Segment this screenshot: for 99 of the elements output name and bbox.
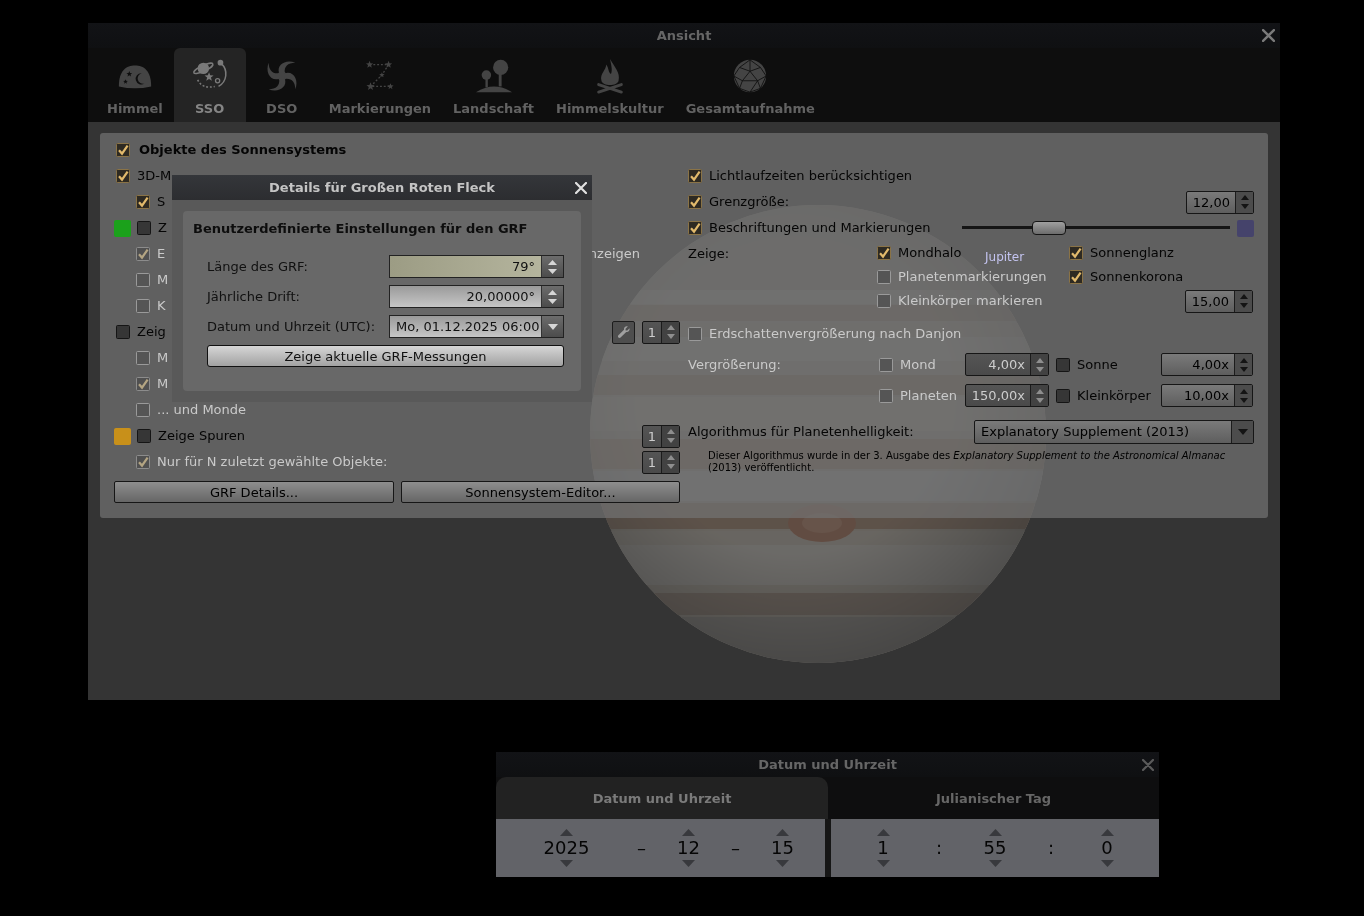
checkbox-label: Z xyxy=(158,220,167,236)
window-title: Datum und Uhrzeit xyxy=(758,757,897,772)
checkbox-label: Erdschattenvergrößerung nach Danjon xyxy=(709,326,962,342)
field-label: Länge des GRF: xyxy=(207,259,308,274)
checkbox[interactable] xyxy=(688,195,702,209)
checkbox-label: E xyxy=(157,246,166,262)
up-arrow-icon[interactable] xyxy=(560,829,573,836)
group-label: Zeige: xyxy=(687,245,730,261)
color-swatch[interactable] xyxy=(114,219,131,237)
checkbox-label: Beschriftungen und Markierungen xyxy=(709,220,931,236)
checkbox-label: Zeige Spuren xyxy=(158,428,245,444)
checkbox-label: Zeig xyxy=(137,324,166,340)
description-text: Dieser Algorithmus wurde in der 3. Ausgabe des Explanatory Supplement to the Astronomical Almanac (2013) veröffentlicht. xyxy=(708,450,1227,473)
field-label: Jährliche Drift: xyxy=(207,289,300,304)
checkbox[interactable] xyxy=(1069,270,1083,284)
checkbox[interactable] xyxy=(116,169,130,183)
tab[interactable]: Landschaft xyxy=(442,48,545,122)
slider-thumb[interactable] xyxy=(1032,221,1067,235)
checkbox-label: Kleinkörper xyxy=(1077,387,1151,404)
checkbox-label: 3D-M xyxy=(137,168,172,184)
tab[interactable]: SSO xyxy=(173,48,246,122)
measurements-button[interactable]: Zeige aktuelle GRF-Messungen xyxy=(207,345,564,367)
tab[interactable]: Datum und Uhrzeit xyxy=(496,777,828,819)
checkbox-label: Planetenmarkierungen xyxy=(898,269,1047,285)
down-arrow-icon[interactable] xyxy=(548,298,557,304)
up-arrow-icon[interactable] xyxy=(876,829,890,836)
group-label: Vergrößerung: xyxy=(687,357,781,372)
checkbox[interactable] xyxy=(877,246,891,260)
checkbox-label: Grenzgröße: xyxy=(709,194,790,210)
spin-box[interactable]: 20,00000° xyxy=(389,285,564,308)
dropdown-arrow-icon[interactable] xyxy=(547,323,558,330)
dialog-title: Details für Großen Roten Fleck xyxy=(269,180,495,195)
color-swatch[interactable] xyxy=(1237,219,1254,237)
up-arrow-icon[interactable] xyxy=(776,829,789,836)
checkbox-label: Objekte des Sonnensystems xyxy=(139,142,347,158)
checkbox[interactable] xyxy=(116,325,130,339)
up-arrow-icon[interactable] xyxy=(1100,829,1114,836)
wrench-icon xyxy=(616,325,631,339)
field-label: Datum und Uhrzeit (UTC): xyxy=(207,319,376,334)
checkbox-label: Lichtlaufzeiten berücksichtigen xyxy=(709,168,913,184)
tab[interactable]: Markierungen xyxy=(317,48,443,122)
down-arrow-icon[interactable] xyxy=(548,268,557,274)
checkbox-label: Kleinkörper markieren xyxy=(898,293,1043,309)
checkbox-label: Nur für N zuletzt gewählte Objekte: xyxy=(157,454,388,470)
number-field[interactable]: 55 xyxy=(983,838,1007,858)
number-field[interactable]: 12 xyxy=(677,838,700,858)
checkbox-label: M xyxy=(157,272,169,288)
checkbox-label: Sonnenkorona xyxy=(1090,269,1184,285)
color-swatch[interactable] xyxy=(114,427,131,445)
number-field[interactable]: 0 xyxy=(1101,838,1113,858)
tab[interactable]: Gesamtaufnahme xyxy=(674,48,826,122)
checkbox[interactable] xyxy=(116,143,130,157)
dropdown-arrow-icon[interactable] xyxy=(1237,429,1248,435)
checkbox-label: Sonnenglanz xyxy=(1090,245,1174,261)
checkbox-label: Planeten xyxy=(900,387,957,404)
checkbox[interactable] xyxy=(688,169,702,183)
separator-text: – xyxy=(637,838,646,858)
checkbox[interactable] xyxy=(1069,246,1083,260)
up-arrow-icon[interactable] xyxy=(988,829,1002,836)
checkbox[interactable] xyxy=(137,429,151,443)
checkbox[interactable] xyxy=(136,195,150,209)
dropdown[interactable]: Explanatory Supplement (2013) xyxy=(974,420,1254,444)
spin-box[interactable]: 79° xyxy=(389,255,564,278)
window-title: Ansicht xyxy=(656,28,712,43)
panel-button[interactable]: GRF Details... xyxy=(114,481,394,503)
panel-button[interactable]: Sonnensystem-Editor... xyxy=(401,481,680,503)
checkbox[interactable] xyxy=(688,221,702,235)
up-arrow-icon[interactable] xyxy=(682,829,695,836)
tab[interactable]: DSO xyxy=(245,48,318,122)
tab[interactable]: Himmelskultur xyxy=(545,48,675,122)
number-field[interactable]: 2025 xyxy=(543,838,590,858)
checkbox-label: Mond xyxy=(900,356,936,373)
planet-label: Jupiter xyxy=(985,250,1025,264)
checkbox-label: ... und Monde xyxy=(157,402,247,418)
field-label: Algorithmus für Planetenhelligkeit: xyxy=(688,424,914,440)
number-field[interactable]: 15 xyxy=(771,838,794,858)
close-icon[interactable] xyxy=(1262,29,1275,42)
checkbox[interactable] xyxy=(137,221,151,235)
spin-box[interactable]: 12,00 xyxy=(1186,190,1254,214)
up-arrow-icon[interactable] xyxy=(548,289,557,295)
checkbox-label: Sonne xyxy=(1077,356,1118,373)
spin-box[interactable]: 15,00 xyxy=(1185,289,1253,313)
number-field[interactable]: 1 xyxy=(877,838,889,858)
checkbox-label: Mondhalo xyxy=(898,245,962,261)
checkbox-label: M xyxy=(157,376,169,392)
separator-text: – xyxy=(731,838,740,858)
separator-text: : xyxy=(1047,838,1055,858)
checkbox-label: S xyxy=(157,194,166,210)
up-arrow-icon[interactable] xyxy=(1239,294,1248,299)
up-arrow-icon[interactable] xyxy=(548,259,557,265)
dropdown[interactable]: Mo, 01.12.2025 06:00 xyxy=(389,315,564,338)
group-heading: Benutzerdefinierte Einstellungen für den GRF xyxy=(193,221,529,237)
up-arrow-icon[interactable] xyxy=(1240,195,1249,200)
separator-text: : xyxy=(935,838,943,858)
tab[interactable]: Himmel xyxy=(96,48,174,122)
checkbox-label: K xyxy=(157,298,166,314)
checkbox-label: M xyxy=(157,350,169,366)
tab[interactable]: Julianischer Tag xyxy=(828,777,1159,819)
tree-hill-icon xyxy=(474,57,513,95)
